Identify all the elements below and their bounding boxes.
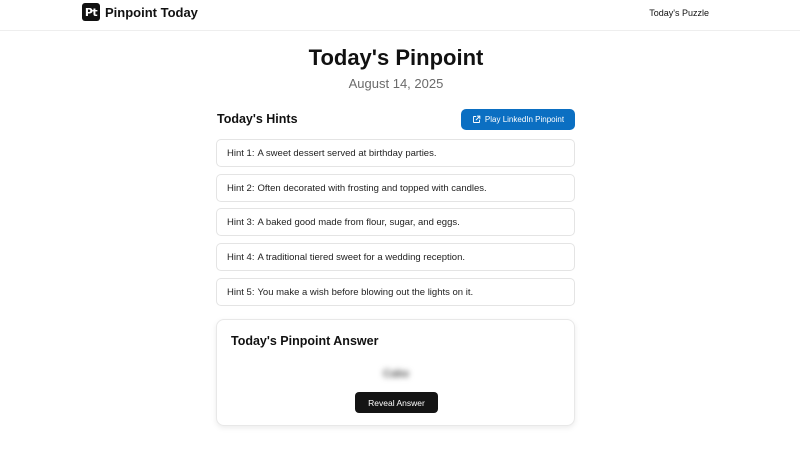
hint-text: A baked good made from flour, sugar, and… xyxy=(257,216,460,228)
hint-text: A traditional tiered sweet for a wedding… xyxy=(257,251,466,263)
hint-card-2: Hint 2: Often decorated with frosting an… xyxy=(216,174,575,202)
hint-card-3: Hint 3: A baked good made from flour, su… xyxy=(216,208,575,236)
hint-card-1: Hint 1: A sweet dessert served at birthd… xyxy=(216,139,575,167)
hint-card-5: Hint 5: You make a wish before blowing o… xyxy=(216,278,575,306)
hint-text: You make a wish before blowing out the l… xyxy=(257,286,474,298)
hints-section-title: Today's Hints xyxy=(217,112,298,126)
hint-label: Hint 2: xyxy=(227,182,255,194)
external-link-icon xyxy=(472,115,481,123)
blurred-answer: Cake xyxy=(382,368,410,380)
hint-card-4: Hint 4: A traditional tiered sweet for a… xyxy=(216,243,575,271)
answer-title: Today's Pinpoint Answer xyxy=(231,334,379,348)
play-linkedin-pinpoint-button[interactable]: Play LinkedIn Pinpoint xyxy=(461,109,575,130)
page-title: Today's Pinpoint xyxy=(308,45,484,70)
hint-text: Often decorated with frosting and topped… xyxy=(257,182,487,194)
page-date: August 14, 2025 xyxy=(348,76,444,91)
reveal-answer-button[interactable]: Reveal Answer xyxy=(355,392,438,413)
hint-label: Hint 1: xyxy=(227,147,255,159)
todays-puzzle-link[interactable]: Today's Puzzle xyxy=(649,8,709,18)
top-navbar: Pt Pinpoint Today Today's Puzzle xyxy=(0,0,800,31)
hint-label: Hint 3: xyxy=(227,216,255,228)
hint-label: Hint 5: xyxy=(227,286,255,298)
pt-logo-icon: Pt xyxy=(82,3,100,21)
answer-card: Today's Pinpoint Answer Cake Reveal Answ… xyxy=(216,319,575,426)
brand-name: Pinpoint Today xyxy=(105,4,198,20)
play-button-label: Play LinkedIn Pinpoint xyxy=(484,115,565,124)
brand-home-link[interactable]: Pt Pinpoint Today xyxy=(82,3,198,21)
hint-text: A sweet dessert served at birthday parti… xyxy=(257,147,437,159)
hint-label: Hint 4: xyxy=(227,251,255,263)
